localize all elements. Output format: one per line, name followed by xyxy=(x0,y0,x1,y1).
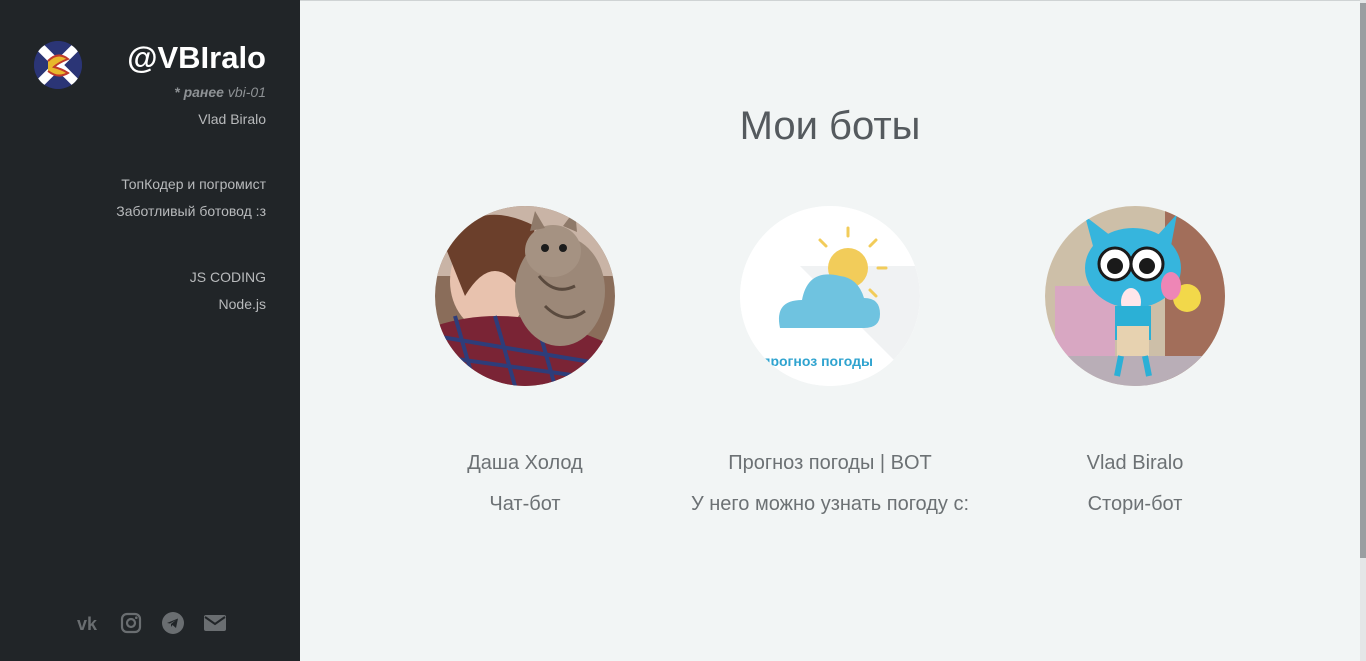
bot-name[interactable]: Vlad Biralo xyxy=(985,452,1285,475)
bot-avatar[interactable] xyxy=(435,206,615,386)
bot-card[interactable]: прогноз погоды Прогноз погоды | BOT У не… xyxy=(680,206,980,516)
social-links: vk xyxy=(77,611,227,635)
bot-card[interactable]: Vlad Biralo Стори-бот xyxy=(985,206,1285,516)
bot-name[interactable]: Прогноз погоды | BOT xyxy=(680,452,980,475)
tagline: Заботливый ботовод :з xyxy=(116,203,266,219)
telegram-icon[interactable] xyxy=(161,611,185,635)
bot-avatar[interactable] xyxy=(1045,206,1225,386)
tagline: Node.js xyxy=(218,296,266,312)
page-title: Мои боты xyxy=(739,104,921,148)
email-icon[interactable] xyxy=(203,611,227,635)
bot-name[interactable]: Даша Холод xyxy=(375,452,675,475)
bot-card[interactable]: Даша Холод Чат-бот xyxy=(375,206,675,516)
bot-avatar[interactable]: прогноз погоды xyxy=(740,206,920,386)
svg-text:vk: vk xyxy=(77,614,98,634)
logo[interactable] xyxy=(34,41,82,89)
main-content: Мои боты Даша Холод Чат-бот прогноз пого… xyxy=(300,0,1360,661)
tagline: ТопКодер и погромист xyxy=(121,176,266,192)
bot-description: Стори-бот xyxy=(1087,493,1183,515)
scrollbar[interactable] xyxy=(1360,0,1366,661)
real-name: Vlad Biralo xyxy=(198,111,266,127)
weather-logo-text: прогноз погоды xyxy=(762,353,873,369)
site-handle[interactable]: @VBIralo xyxy=(127,40,266,76)
tagline: JS CODING xyxy=(189,269,266,285)
former-name: * ранее vbi-01 xyxy=(174,84,266,100)
vk-icon[interactable]: vk xyxy=(77,611,101,635)
bot-description: У него можно узнать погоду с: xyxy=(690,493,970,515)
bot-description: Чат-бот xyxy=(489,493,561,515)
instagram-icon[interactable] xyxy=(119,611,143,635)
scrollbar-thumb[interactable] xyxy=(1360,3,1366,558)
sidebar: @VBIralo * ранее vbi-01 Vlad Biralo ТопК… xyxy=(0,0,300,661)
